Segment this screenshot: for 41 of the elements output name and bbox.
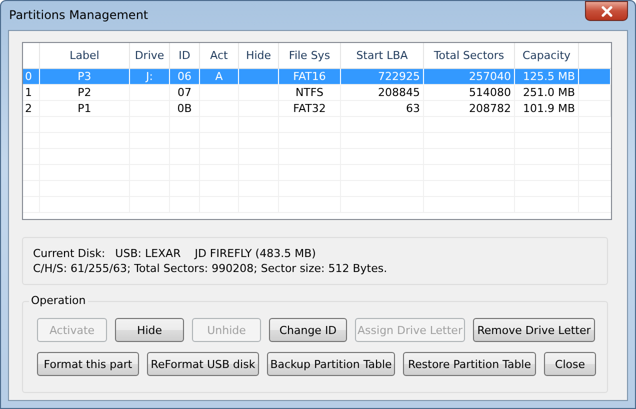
column-header[interactable]: File Sys bbox=[279, 43, 341, 68]
action-button[interactable]: Hide bbox=[115, 318, 184, 342]
column-header[interactable]: ID bbox=[170, 43, 200, 68]
window-title: Partitions Management bbox=[8, 8, 148, 22]
table-cell: 07 bbox=[170, 85, 200, 101]
column-header[interactable]: Drive bbox=[130, 43, 170, 68]
action-button[interactable]: Remove Drive Letter bbox=[473, 318, 595, 342]
table-cell: P2 bbox=[40, 85, 130, 101]
disk-geometry-text: C/H/S: 61/255/63; Total Sectors: 990208; Sector size: 512 Bytes. bbox=[33, 262, 388, 275]
table-cell: 251.0 MB bbox=[515, 85, 579, 101]
action-button[interactable]: Format this part bbox=[37, 352, 139, 376]
current-disk-value: USB: LEXAR JD FIREFLY (483.5 MB) bbox=[115, 247, 316, 260]
row-index: 0 bbox=[23, 69, 40, 85]
table-cell: 514080 bbox=[424, 85, 515, 101]
action-button[interactable]: Close bbox=[544, 352, 596, 376]
action-button[interactable]: Restore Partition Table bbox=[403, 352, 536, 376]
close-icon bbox=[600, 6, 612, 16]
table-row[interactable]: 1 P2 07 NTFS 208845 514080 251.0 MB bbox=[23, 85, 611, 101]
table-cell: 257040 bbox=[424, 69, 515, 85]
column-header[interactable]: Start LBA bbox=[341, 43, 424, 68]
table-cell: FAT16 bbox=[279, 69, 341, 85]
action-button[interactable]: ReFormat USB disk bbox=[147, 352, 259, 376]
column-header[interactable]: Hide bbox=[239, 43, 279, 68]
close-button[interactable] bbox=[585, 1, 628, 21]
table-cell: P3 bbox=[40, 69, 130, 85]
table-cell: 208845 bbox=[341, 85, 424, 101]
table-cell: 125.5 MB bbox=[515, 69, 579, 85]
table-cell: 06 bbox=[170, 69, 200, 85]
table-cell: A bbox=[200, 69, 239, 85]
action-button[interactable]: Change ID bbox=[269, 318, 347, 342]
current-disk-label: Current Disk: bbox=[33, 247, 106, 260]
column-header[interactable]: Total Sectors bbox=[424, 43, 515, 68]
action-button[interactable]: Backup Partition Table bbox=[267, 352, 395, 376]
column-header[interactable]: Label bbox=[40, 43, 130, 68]
group-title: Operation bbox=[29, 294, 88, 307]
column-header[interactable]: Capacity bbox=[515, 43, 579, 68]
column-header[interactable]: Act bbox=[200, 43, 239, 68]
row-index: 1 bbox=[23, 85, 40, 101]
table-cell: NTFS bbox=[279, 85, 341, 101]
table-cell: J: bbox=[130, 69, 170, 85]
table-cell: 722925 bbox=[341, 69, 424, 85]
